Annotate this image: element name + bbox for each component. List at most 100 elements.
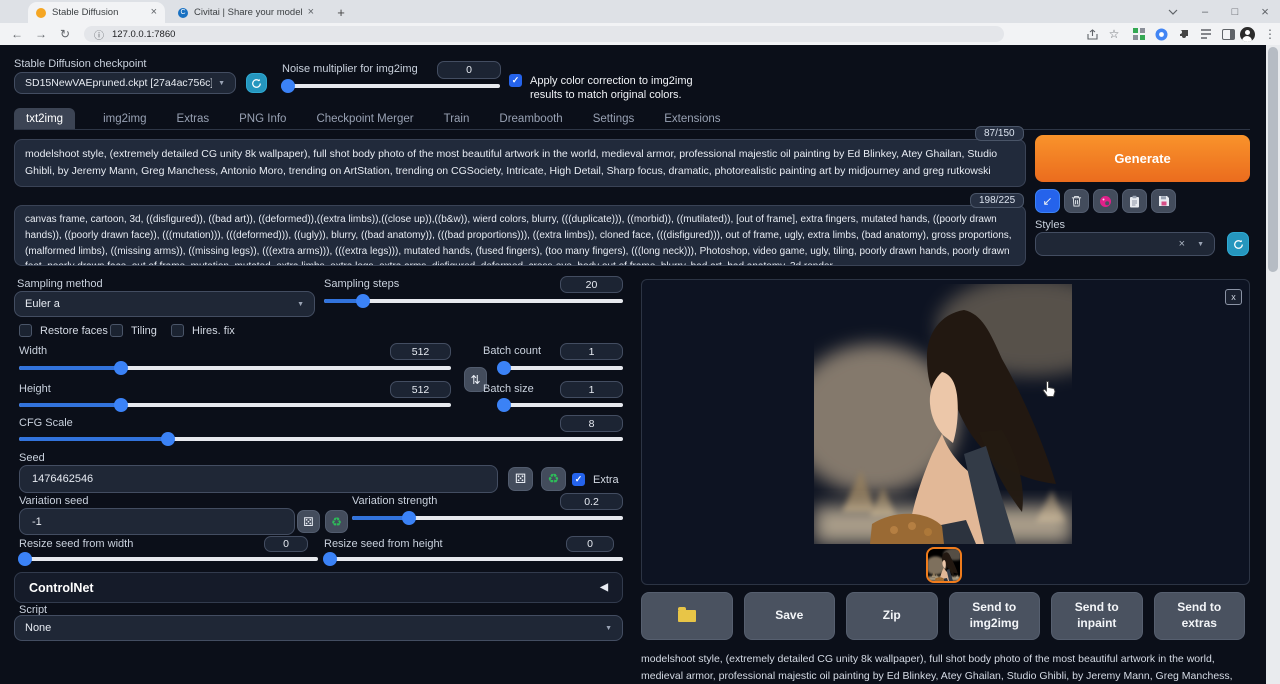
batch-size-value[interactable] xyxy=(560,381,623,398)
tab-settings[interactable]: Settings xyxy=(591,108,637,130)
checkbox-icon[interactable] xyxy=(110,324,123,337)
controlnet-accordion[interactable]: ControlNet ◀ xyxy=(14,572,623,603)
batch-count-slider[interactable] xyxy=(500,361,623,375)
site-info-icon[interactable]: ⓘ xyxy=(94,27,104,42)
height-slider[interactable] xyxy=(19,398,451,412)
side-panel-icon[interactable] xyxy=(1219,25,1237,43)
stable-diffusion-webui: Stable Diffusion × C Civitai | Share you… xyxy=(0,0,1280,684)
generated-image[interactable] xyxy=(814,284,1072,544)
tab-checkpoint-merger[interactable]: Checkpoint Merger xyxy=(314,108,415,130)
gallery-thumbnail[interactable] xyxy=(926,547,962,583)
noise-multiplier-slider[interactable] xyxy=(281,79,500,93)
extra-seed-option[interactable]: ✓ Extra xyxy=(572,473,619,486)
width-value[interactable] xyxy=(390,343,451,360)
checkbox-icon[interactable] xyxy=(171,324,184,337)
address-bar[interactable]: ⓘ xyxy=(84,26,1004,42)
new-tab-button[interactable]: + xyxy=(333,4,349,20)
variation-seed-input[interactable] xyxy=(19,508,295,535)
reading-list-icon[interactable] xyxy=(1197,25,1215,43)
variation-strength-slider[interactable] xyxy=(352,511,623,525)
save-button[interactable]: Save xyxy=(744,592,836,640)
styles-dropdown[interactable]: × ▼ xyxy=(1035,232,1215,256)
tab-dreambooth[interactable]: Dreambooth xyxy=(497,108,564,130)
stable-diffusion-favicon xyxy=(36,8,46,18)
batch-count-value[interactable] xyxy=(560,343,623,360)
restore-faces-option[interactable]: Restore faces xyxy=(19,324,108,337)
reload-icon[interactable]: ↻ xyxy=(56,25,74,43)
extensions-puzzle-icon[interactable] xyxy=(1175,25,1193,43)
tab-close-icon[interactable]: × xyxy=(308,7,314,18)
extension-grid-icon[interactable] xyxy=(1130,25,1148,43)
sampling-steps-slider[interactable] xyxy=(324,294,623,308)
bookmark-star-icon[interactable]: ☆ xyxy=(1105,25,1123,43)
noise-multiplier-value[interactable] xyxy=(437,61,501,79)
clear-prompt-button[interactable] xyxy=(1064,189,1089,213)
send-to-extras-button[interactable]: Send to extras xyxy=(1154,592,1246,640)
main-tab-bar: txt2img img2img Extras PNG Info Checkpoi… xyxy=(14,106,723,130)
close-preview-button[interactable]: x xyxy=(1225,289,1242,305)
resize-seed-height-value[interactable] xyxy=(566,536,614,552)
chevron-down-icon: ▼ xyxy=(605,625,612,632)
checkbox-icon[interactable] xyxy=(19,324,32,337)
reuse-variation-seed-button[interactable]: ♻ xyxy=(325,510,348,533)
tab-extensions[interactable]: Extensions xyxy=(662,108,722,130)
sampling-method-dropdown[interactable]: Euler a ▼ xyxy=(14,291,315,317)
open-folder-button[interactable] xyxy=(641,592,733,640)
script-dropdown[interactable]: None ▼ xyxy=(14,615,623,641)
tab-train[interactable]: Train xyxy=(442,108,472,130)
forward-icon[interactable]: → xyxy=(32,25,50,43)
clear-styles-icon[interactable]: × xyxy=(1179,238,1185,250)
browser-tab-civitai[interactable]: C Civitai | Share your models × xyxy=(170,2,322,23)
sampling-steps-value[interactable] xyxy=(560,276,623,293)
checkbox-checked-icon[interactable]: ✓ xyxy=(572,473,585,486)
reuse-seed-button[interactable]: ♻ xyxy=(541,467,566,491)
checkpoint-refresh-button[interactable] xyxy=(246,73,267,93)
styles-refresh-button[interactable] xyxy=(1227,232,1249,256)
tab-img2img[interactable]: img2img xyxy=(101,108,148,130)
send-to-img2img-button[interactable]: Send to img2img xyxy=(949,592,1041,640)
resize-seed-height-label: Resize seed from height xyxy=(324,538,443,550)
paste-parameters-button[interactable]: ↙ xyxy=(1035,189,1060,213)
color-correction-option[interactable]: ✓ Apply color correction to img2img resu… xyxy=(509,74,709,102)
height-value[interactable] xyxy=(390,381,451,398)
save-style-button[interactable] xyxy=(1151,189,1176,213)
send-to-inpaint-button[interactable]: Send to inpaint xyxy=(1051,592,1143,640)
apply-styles-button[interactable] xyxy=(1122,189,1147,213)
scrollbar-thumb[interactable] xyxy=(1268,47,1278,272)
tiling-option[interactable]: Tiling xyxy=(110,324,157,337)
variation-strength-value[interactable] xyxy=(560,493,623,510)
back-icon[interactable]: ← xyxy=(8,25,26,43)
checkbox-checked-icon[interactable]: ✓ xyxy=(509,74,522,87)
seed-input[interactable] xyxy=(19,465,498,493)
resize-seed-width-slider[interactable] xyxy=(19,552,318,566)
negative-prompt-input[interactable]: canvas frame, cartoon, 3d, ((disfigured)… xyxy=(15,206,1025,265)
tab-txt2img[interactable]: txt2img xyxy=(14,108,75,130)
hires-fix-option[interactable]: Hires. fix xyxy=(171,324,235,337)
cfg-scale-value[interactable] xyxy=(560,415,623,432)
window-restore-button[interactable]: □ xyxy=(1220,0,1250,23)
window-chevron-icon[interactable] xyxy=(1158,0,1188,23)
kebab-menu-icon[interactable]: ⋮ xyxy=(1261,25,1279,43)
url-input[interactable] xyxy=(110,28,994,41)
random-variation-seed-button[interactable]: ⚄ xyxy=(297,510,320,533)
zip-button[interactable]: Zip xyxy=(846,592,938,640)
generate-button[interactable]: Generate xyxy=(1035,135,1250,182)
extra-networks-button[interactable] xyxy=(1093,189,1118,213)
checkpoint-dropdown[interactable]: SD15NewVAEpruned.ckpt [27a4ac756c] ▼ xyxy=(14,72,236,94)
browser-tab-stable-diffusion[interactable]: Stable Diffusion × xyxy=(28,2,165,23)
share-icon[interactable] xyxy=(1083,25,1101,43)
width-slider[interactable] xyxy=(19,361,451,375)
prompt-input[interactable]: modelshoot style, (extremely detailed CG… xyxy=(15,140,1025,186)
random-seed-button[interactable]: ⚄ xyxy=(508,467,533,491)
profile-avatar[interactable] xyxy=(1238,25,1256,43)
cfg-scale-slider[interactable] xyxy=(19,432,623,446)
extension-blue-icon[interactable] xyxy=(1152,25,1170,43)
window-minimize-button[interactable]: – xyxy=(1190,0,1220,23)
tab-png-info[interactable]: PNG Info xyxy=(237,108,288,130)
batch-size-slider[interactable] xyxy=(500,398,623,412)
window-close-button[interactable]: × xyxy=(1250,0,1280,23)
tab-close-icon[interactable]: × xyxy=(151,7,157,18)
resize-seed-height-slider[interactable] xyxy=(324,552,623,566)
tab-extras[interactable]: Extras xyxy=(175,108,212,130)
resize-seed-width-value[interactable] xyxy=(264,536,308,552)
